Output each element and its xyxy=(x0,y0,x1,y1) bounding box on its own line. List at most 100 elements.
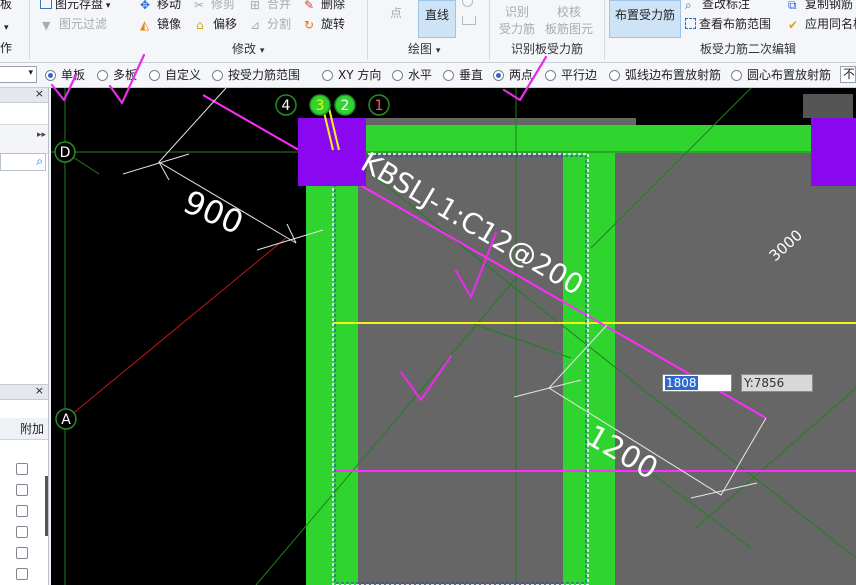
trim-button[interactable]: ✂ 修剪 xyxy=(194,0,235,13)
merge-button[interactable]: ⊞ 合并 xyxy=(250,0,291,13)
svg-text:2: 2 xyxy=(341,98,350,114)
move-icon: ✥ xyxy=(140,0,151,12)
close-icon[interactable]: × xyxy=(35,384,44,397)
check-bars-button[interactable]: 校核 板筋图元 xyxy=(543,4,595,38)
line-button[interactable]: 直线 xyxy=(418,0,456,38)
trim-icon: ✂ xyxy=(194,0,205,12)
group-title-draw: 绘图 ▾ xyxy=(408,42,441,56)
svg-text:A: A xyxy=(61,412,71,428)
option-bar: ▾ 单板 多板 自定义 按受力筋范围 XY 方向 水平 垂直 两点 平行边 弧线… xyxy=(0,63,856,88)
split-icon: ⊿ xyxy=(250,18,261,32)
axis-bubble-D: D xyxy=(54,141,76,163)
radio-center-radial[interactable]: 圆心布置放射筋 xyxy=(731,67,831,83)
group-title-identify: 识别板受力筋 xyxy=(511,42,584,56)
rect-icon[interactable] xyxy=(462,16,476,25)
radio-two-points[interactable]: 两点 xyxy=(493,67,533,83)
eraser-icon: ✎ xyxy=(304,0,315,12)
element-filter-button[interactable]: ▼ 图元过滤 xyxy=(42,15,107,33)
extra-checkbox[interactable] xyxy=(16,505,28,517)
red-axis-line xyxy=(64,237,287,421)
search-input[interactable]: ⌕ xyxy=(0,153,46,171)
panel-header-top: × xyxy=(0,87,48,103)
radio-horizontal[interactable]: 水平 xyxy=(392,67,432,83)
cad-svg: 4 3 2 1 D A KBSLJ-1:C12@200 900 1200 300… xyxy=(51,88,856,585)
scrollbar-thumb[interactable] xyxy=(45,476,48,536)
svg-text:1: 1 xyxy=(375,98,384,114)
radio-vertical[interactable]: 垂直 xyxy=(443,67,483,83)
rotate-button[interactable]: ↻ 旋转 xyxy=(304,15,345,33)
axis-bubble-4: 4 xyxy=(275,94,297,116)
point-button[interactable]: 点 xyxy=(383,4,409,21)
range-icon xyxy=(685,18,696,29)
copy-bars-button[interactable]: ⧉ 复制钢筋 xyxy=(788,0,853,13)
extra-checkbox[interactable] xyxy=(16,484,28,496)
radio-single-slab[interactable]: 单板 xyxy=(45,67,85,83)
coord-x-input[interactable]: 1808 xyxy=(662,374,732,392)
coord-y-input[interactable]: Y:7856 xyxy=(741,374,813,392)
radio-multi-slab[interactable]: 多板 xyxy=(97,67,137,83)
column-gray-top-right xyxy=(803,94,853,118)
expand-icon[interactable]: ▸▸ xyxy=(37,130,46,140)
extra-checkbox[interactable] xyxy=(16,568,28,580)
svg-text:D: D xyxy=(60,145,71,161)
panel-header-bottom: × xyxy=(0,384,48,400)
save-icon xyxy=(40,0,52,9)
offset-icon: ⌂ xyxy=(196,18,204,32)
ribbon-toolbar: 板 作 ▾ 图元存盘 ▾ ▼ 图元过滤 ✥ 移动 ◭ 镜像 ✂ 修剪 ⌂ 偏移 ⊞ 合并 ⊿… xyxy=(0,0,856,63)
move-button[interactable]: ✥ 移动 xyxy=(140,0,181,13)
chevron-down-icon[interactable]: ▾ xyxy=(4,23,9,33)
search-icon: ⌕ xyxy=(36,154,43,168)
view-range-button[interactable]: 查看布筋范围 xyxy=(685,15,771,33)
extra-checkbox[interactable] xyxy=(16,547,28,559)
identify-bars-button[interactable]: 识别 受力筋 xyxy=(497,4,537,38)
copy-icon: ⧉ xyxy=(788,0,797,12)
close-icon[interactable]: × xyxy=(35,87,44,100)
cad-drawing-area[interactable]: 4 3 2 1 D A KBSLJ-1:C12@200 900 1200 300… xyxy=(51,88,856,585)
element-select-dropdown[interactable]: ▾ xyxy=(0,66,37,83)
table-header-extra: 附加 xyxy=(0,418,48,440)
filter-icon: ▼ xyxy=(42,19,51,32)
extra-checkbox[interactable] xyxy=(16,526,28,538)
beam-mid[interactable] xyxy=(563,150,615,585)
beam-top[interactable] xyxy=(306,125,856,153)
apply-icon: ✔ xyxy=(788,18,799,32)
extra-checkbox[interactable] xyxy=(16,463,28,475)
dimension-label-900: 900 xyxy=(178,183,249,243)
radio-parallel-edge[interactable]: 平行边 xyxy=(545,67,597,83)
find-icon: ⌕ xyxy=(685,0,692,12)
column-top-left[interactable] xyxy=(298,118,366,186)
svg-text:3: 3 xyxy=(316,98,325,114)
mirror-button[interactable]: ◭ 镜像 xyxy=(140,15,181,33)
axis-bubble-3: 3 xyxy=(309,94,331,116)
panel-expand-row: ▸▸ xyxy=(0,125,48,154)
merge-icon: ⊞ xyxy=(250,0,261,12)
ribbon-left-item-1[interactable]: 板 xyxy=(0,0,12,13)
element-store-button[interactable]: 图元存盘 ▾ xyxy=(40,0,110,13)
chevron-down-icon: ▾ xyxy=(28,68,33,78)
axis-bubble-1: 1 xyxy=(368,94,390,116)
split-button[interactable]: ⊿ 分割 xyxy=(250,15,291,33)
axis-bubble-2: 2 xyxy=(334,94,356,116)
radio-arc-radial[interactable]: 弧线边布置放射筋 xyxy=(609,67,721,83)
rotate-icon: ↻ xyxy=(304,18,315,32)
group-title-edit: 板受力筋二次编辑 xyxy=(700,42,797,56)
arc-icon[interactable] xyxy=(462,0,473,7)
radio-custom[interactable]: 自定义 xyxy=(149,67,201,83)
radio-by-bar-range[interactable]: 按受力筋范围 xyxy=(212,67,300,83)
layout-bars-button[interactable]: 布置受力筋 xyxy=(609,0,681,38)
svg-text:4: 4 xyxy=(282,98,291,114)
ribbon-left-item-2[interactable]: 作 xyxy=(0,39,12,57)
column-top-right[interactable] xyxy=(811,118,856,186)
slab-area-right[interactable] xyxy=(616,146,856,585)
beam-inner-left xyxy=(333,153,358,585)
offset-button[interactable]: ⌂ 偏移 xyxy=(196,15,237,33)
find-annot-button[interactable]: ⌕ 查改标注 xyxy=(685,0,750,13)
apply-same-button[interactable]: ✔应用同名板 xyxy=(788,15,856,33)
axis-bubble-A: A xyxy=(55,408,77,430)
truncated-dropdown[interactable]: 不平 xyxy=(840,66,856,83)
left-panel: × ▸▸ ⌕ × 附加 xyxy=(0,87,49,585)
delete-button[interactable]: ✎ 删除 xyxy=(304,0,345,13)
mirror-icon: ◭ xyxy=(140,18,150,32)
radio-xy-direction[interactable]: XY 方向 xyxy=(322,67,381,83)
group-title-modify: 修改 ▾ xyxy=(232,42,265,56)
